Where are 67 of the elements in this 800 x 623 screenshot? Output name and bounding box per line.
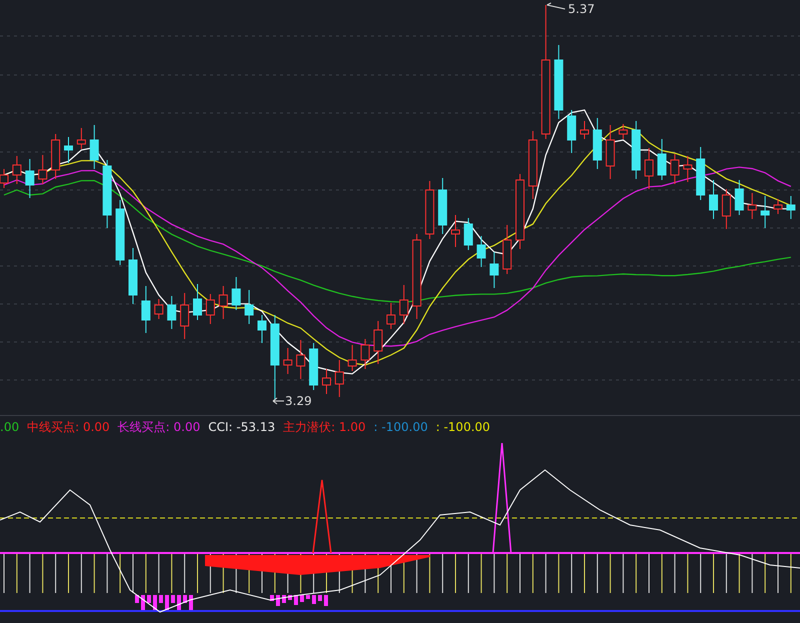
indicator-value: CCI: -53.13 <box>208 420 276 434</box>
candlestick <box>580 120 589 140</box>
candlestick <box>696 146 706 200</box>
candlestick <box>232 276 241 310</box>
candlestick <box>283 348 292 374</box>
candlestick <box>399 284 408 324</box>
candlestick <box>657 138 666 180</box>
candlestick <box>360 338 370 370</box>
candlestick <box>374 320 383 364</box>
candlestick <box>425 180 434 240</box>
candlestick <box>334 360 344 398</box>
low-price-label: 3.29 <box>285 394 312 408</box>
low-price-marker <box>272 398 284 404</box>
candlestick <box>309 342 318 390</box>
candlestick <box>12 156 22 184</box>
candlestick <box>528 130 538 200</box>
candlestick <box>490 252 499 288</box>
candlestick <box>632 120 641 180</box>
candlestick <box>116 200 125 266</box>
candlestick <box>193 284 202 320</box>
candlestick <box>51 134 60 180</box>
candlestick <box>502 224 512 274</box>
candlestick <box>90 124 99 170</box>
candlestick <box>128 248 138 304</box>
candlestick <box>141 286 150 334</box>
candlestick <box>244 290 254 324</box>
indicator-value: .00 <box>0 420 20 434</box>
candlestick <box>322 368 331 394</box>
candlestick <box>760 196 770 228</box>
candlestick <box>786 196 796 220</box>
candlestick <box>748 192 757 220</box>
candlestick <box>670 154 680 184</box>
candlestick <box>464 218 473 250</box>
candlestick <box>734 180 744 216</box>
candlestick <box>348 344 357 372</box>
indicator-value: 长线买点: 0.00 <box>118 418 200 436</box>
candlestick <box>180 292 190 340</box>
candlestick <box>438 178 448 234</box>
candlestick <box>618 124 628 140</box>
candlestick <box>296 340 306 380</box>
candlestick <box>154 298 164 320</box>
indicator-value: : -100.00 <box>436 420 490 434</box>
candlestick <box>206 294 215 324</box>
candlestick <box>258 314 266 344</box>
candlestick <box>386 302 396 330</box>
high-price-marker <box>546 2 566 10</box>
candlestick <box>709 180 718 220</box>
candlestick <box>774 198 782 214</box>
candlestick <box>567 110 576 154</box>
candlestick <box>683 156 692 182</box>
candlestick <box>218 286 228 320</box>
candlestick <box>644 148 654 190</box>
high-price-label: 5.37 <box>568 2 595 16</box>
candlestick <box>76 128 86 150</box>
candlestick <box>451 214 460 248</box>
indicator-value: 中线买点: 0.00 <box>27 418 110 436</box>
candlestick <box>722 188 731 230</box>
candlestick <box>102 160 112 228</box>
indicator-value: 主力潜伏: 1.00 <box>283 418 366 436</box>
candlestick <box>592 118 602 170</box>
candlestick <box>38 154 48 184</box>
candlestick <box>64 136 73 164</box>
candlestick <box>476 236 486 268</box>
candlestick <box>167 296 176 330</box>
candlestick <box>606 124 615 180</box>
indicator-value: : -100.00 <box>374 420 428 434</box>
candlestick <box>25 158 34 198</box>
